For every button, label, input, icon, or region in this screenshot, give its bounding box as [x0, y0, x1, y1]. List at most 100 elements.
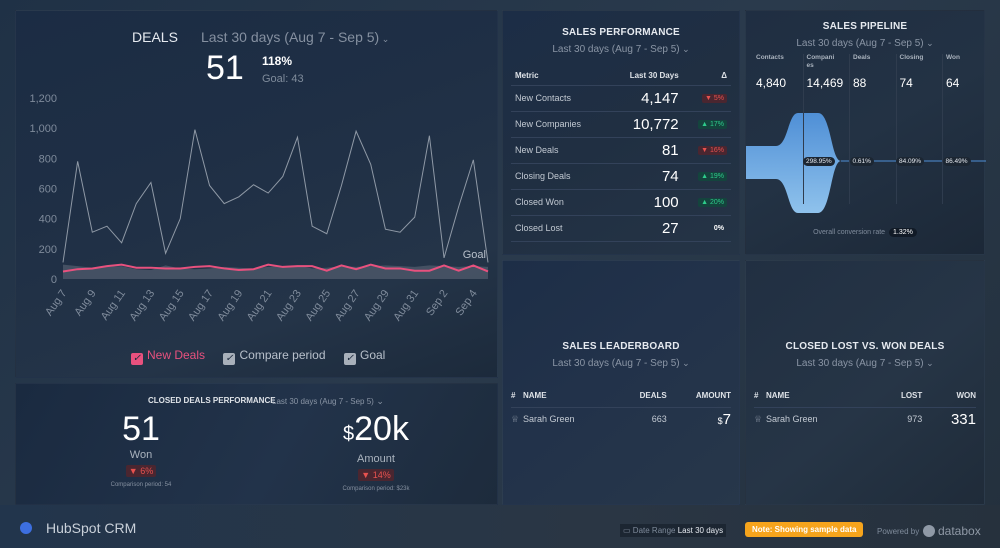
y-tick-label: 0	[51, 274, 57, 286]
currency: $	[343, 423, 355, 445]
delta-badge: ▼ 5%	[702, 93, 727, 103]
table-row[interactable]: Closing Deals 74 ▲ 19%	[511, 163, 731, 190]
sales-performance-title: SALES PERFORMANCE	[562, 27, 680, 38]
delta-badge: ▲ 20%	[698, 197, 727, 207]
y-tick-label: 800	[39, 153, 57, 165]
name-cell: Sarah Green	[523, 414, 575, 425]
metric-name: New Deals	[511, 137, 609, 164]
pipeline-stage: Deals 88	[849, 54, 895, 204]
stage-value: 74	[899, 76, 913, 90]
stage-label: Won	[946, 54, 960, 61]
date-range-dropdown[interactable]: Last 30 days (Aug 7 - Sep 5)	[746, 38, 984, 49]
x-tick-label: Aug 7	[43, 288, 69, 318]
footer: HubSpot CRM ▭ Date Range Last 30 days No…	[0, 505, 1000, 548]
medal-icon: ♕	[511, 413, 520, 424]
conversion-rate: 298.95%	[803, 157, 835, 166]
x-tick-label: Aug 11	[99, 288, 128, 323]
table-row[interactable]: ♕ Sarah Green 973 331	[754, 407, 976, 431]
sales-pipeline-panel: SALES PIPELINE Last 30 days (Aug 7 - Sep…	[745, 10, 988, 255]
overall-rate: 1.32%	[889, 228, 917, 237]
y-tick-label: 200	[39, 244, 57, 256]
legend-new-deals[interactable]: ✓ New Deals	[131, 348, 205, 365]
won-delta: ▼ 6%	[125, 465, 157, 477]
date-range-dropdown[interactable]: Last 30 days (Aug 7 - Sep 5)	[511, 44, 731, 55]
col-rank: #	[511, 385, 523, 408]
y-tick-label: 600	[39, 184, 57, 196]
amount-cell: 7	[722, 410, 731, 428]
metric-value: 74	[608, 163, 683, 190]
table-row[interactable]: New Companies 10,772 ▲ 17%	[511, 111, 731, 138]
lostwon-title: CLOSED LOST VS. WON DEALS	[785, 341, 945, 352]
goal-area	[63, 264, 488, 279]
x-tick-label: Aug 27	[333, 288, 363, 323]
closed-deals-panel: CLOSED DEALS PERFORMANCE Last 30 days (A…	[15, 383, 498, 505]
sales-performance-table: Metric Last 30 Days Δ New Contacts 4,147 ▼ 5…	[511, 67, 731, 242]
date-range-filter[interactable]: ▭ Date Range Last 30 days	[620, 524, 727, 537]
x-tick-label: Aug 15	[157, 288, 187, 323]
x-tick-label: Aug 13	[128, 288, 158, 323]
lostwon-table: # NAME LOST WON ♕ Sarah Green 973 331	[754, 385, 976, 431]
date-value: Last 30 days	[677, 526, 724, 535]
delta-badge: ▼ 16%	[698, 145, 727, 155]
stage-value: 4,840	[756, 76, 787, 90]
conversion-rate: 84.09%	[896, 157, 925, 166]
amount-label: Amount	[357, 453, 395, 465]
won-cell: 331	[950, 410, 976, 428]
delta-badge: 0%	[713, 224, 724, 232]
stage-value: 14,469	[806, 76, 844, 90]
table-row[interactable]: Closed Lost 27 0%	[511, 215, 731, 242]
col-rank: #	[754, 385, 766, 408]
legend-goal[interactable]: ✓ Goal	[343, 348, 385, 365]
metric-name: New Contacts	[511, 85, 609, 112]
leaderboard-table: # NAME DEALS AMOUNT ♕ Sarah Green 663 $7	[511, 385, 731, 431]
pipeline-stage: Compani es 14,469	[802, 54, 849, 204]
sample-data-note: Note: Showing sample data	[745, 522, 864, 537]
won-value: 51	[122, 410, 160, 448]
legend-compare-period[interactable]: ✓ Compare period	[223, 348, 326, 365]
table-row[interactable]: New Deals 81 ▼ 16%	[511, 137, 731, 164]
metric-name: Closed Lost	[511, 215, 609, 242]
date-range-dropdown[interactable]: Last 30 days (Aug 7 - Sep 5)	[272, 396, 384, 407]
conversion-rate: 86.49%	[942, 157, 971, 166]
deals-panel: DEALS Last 30 days (Aug 7 - Sep 5) 51 11…	[15, 10, 498, 378]
compare-period-line	[62, 129, 489, 263]
x-tick-label: Aug 25	[303, 288, 333, 323]
app-name: HubSpot CRM	[46, 520, 137, 536]
pipeline-stage: Won 64	[942, 54, 988, 204]
amount-value: 20k	[354, 410, 409, 448]
stage-value: 64	[946, 76, 960, 90]
y-tick-label: 1,200	[29, 93, 57, 105]
pipeline-stage: Closing 74	[895, 54, 942, 204]
date-range-dropdown[interactable]: Last 30 days (Aug 7 - Sep 5)	[511, 358, 731, 369]
table-row[interactable]: New Contacts 4,147 ▼ 5%	[511, 85, 731, 112]
metric-name: New Companies	[511, 111, 609, 138]
x-tick-label: Aug 17	[186, 288, 216, 323]
table-row[interactable]: Closed Won 100 ▲ 20%	[511, 189, 731, 216]
x-tick-label: Aug 21	[245, 288, 275, 323]
sales-performance-panel: SALES PERFORMANCE Last 30 days (Aug 7 - …	[502, 10, 740, 255]
stage-label: Closing	[899, 54, 924, 61]
name-cell: Sarah Green	[766, 414, 818, 425]
x-tick-label: Aug 31	[391, 288, 421, 323]
amount-comparison: Comparison period: $23k	[342, 486, 410, 492]
x-tick-label: Aug 23	[274, 288, 304, 323]
col-won: WON	[922, 385, 976, 408]
chart-legend: ✓ New Deals ✓ Compare period ✓ Goal	[131, 346, 399, 365]
pipeline-stage: Contacts 4,840	[756, 54, 802, 204]
databox-logo-icon	[923, 525, 935, 537]
table-row[interactable]: ♕ Sarah Green 663 $7	[511, 407, 731, 431]
date-range-dropdown[interactable]: Last 30 days (Aug 7 - Sep 5)	[754, 358, 976, 369]
deals-cell: 663	[651, 414, 667, 425]
delta-badge: ▲ 19%	[698, 171, 727, 181]
lost-cell: 973	[907, 414, 923, 425]
x-tick-label: Aug 9	[72, 288, 98, 318]
y-tick-label: 1,000	[29, 123, 57, 135]
metric-value: 100	[608, 189, 683, 216]
x-tick-label: Sep 4	[453, 288, 479, 318]
metric-value: 27	[608, 215, 683, 242]
col-name: NAME	[766, 385, 877, 408]
stage-label: Compani es	[806, 54, 835, 69]
stage-label: Contacts	[756, 54, 784, 61]
col-name: NAME	[523, 385, 618, 408]
goal-label: Goal	[463, 249, 486, 261]
